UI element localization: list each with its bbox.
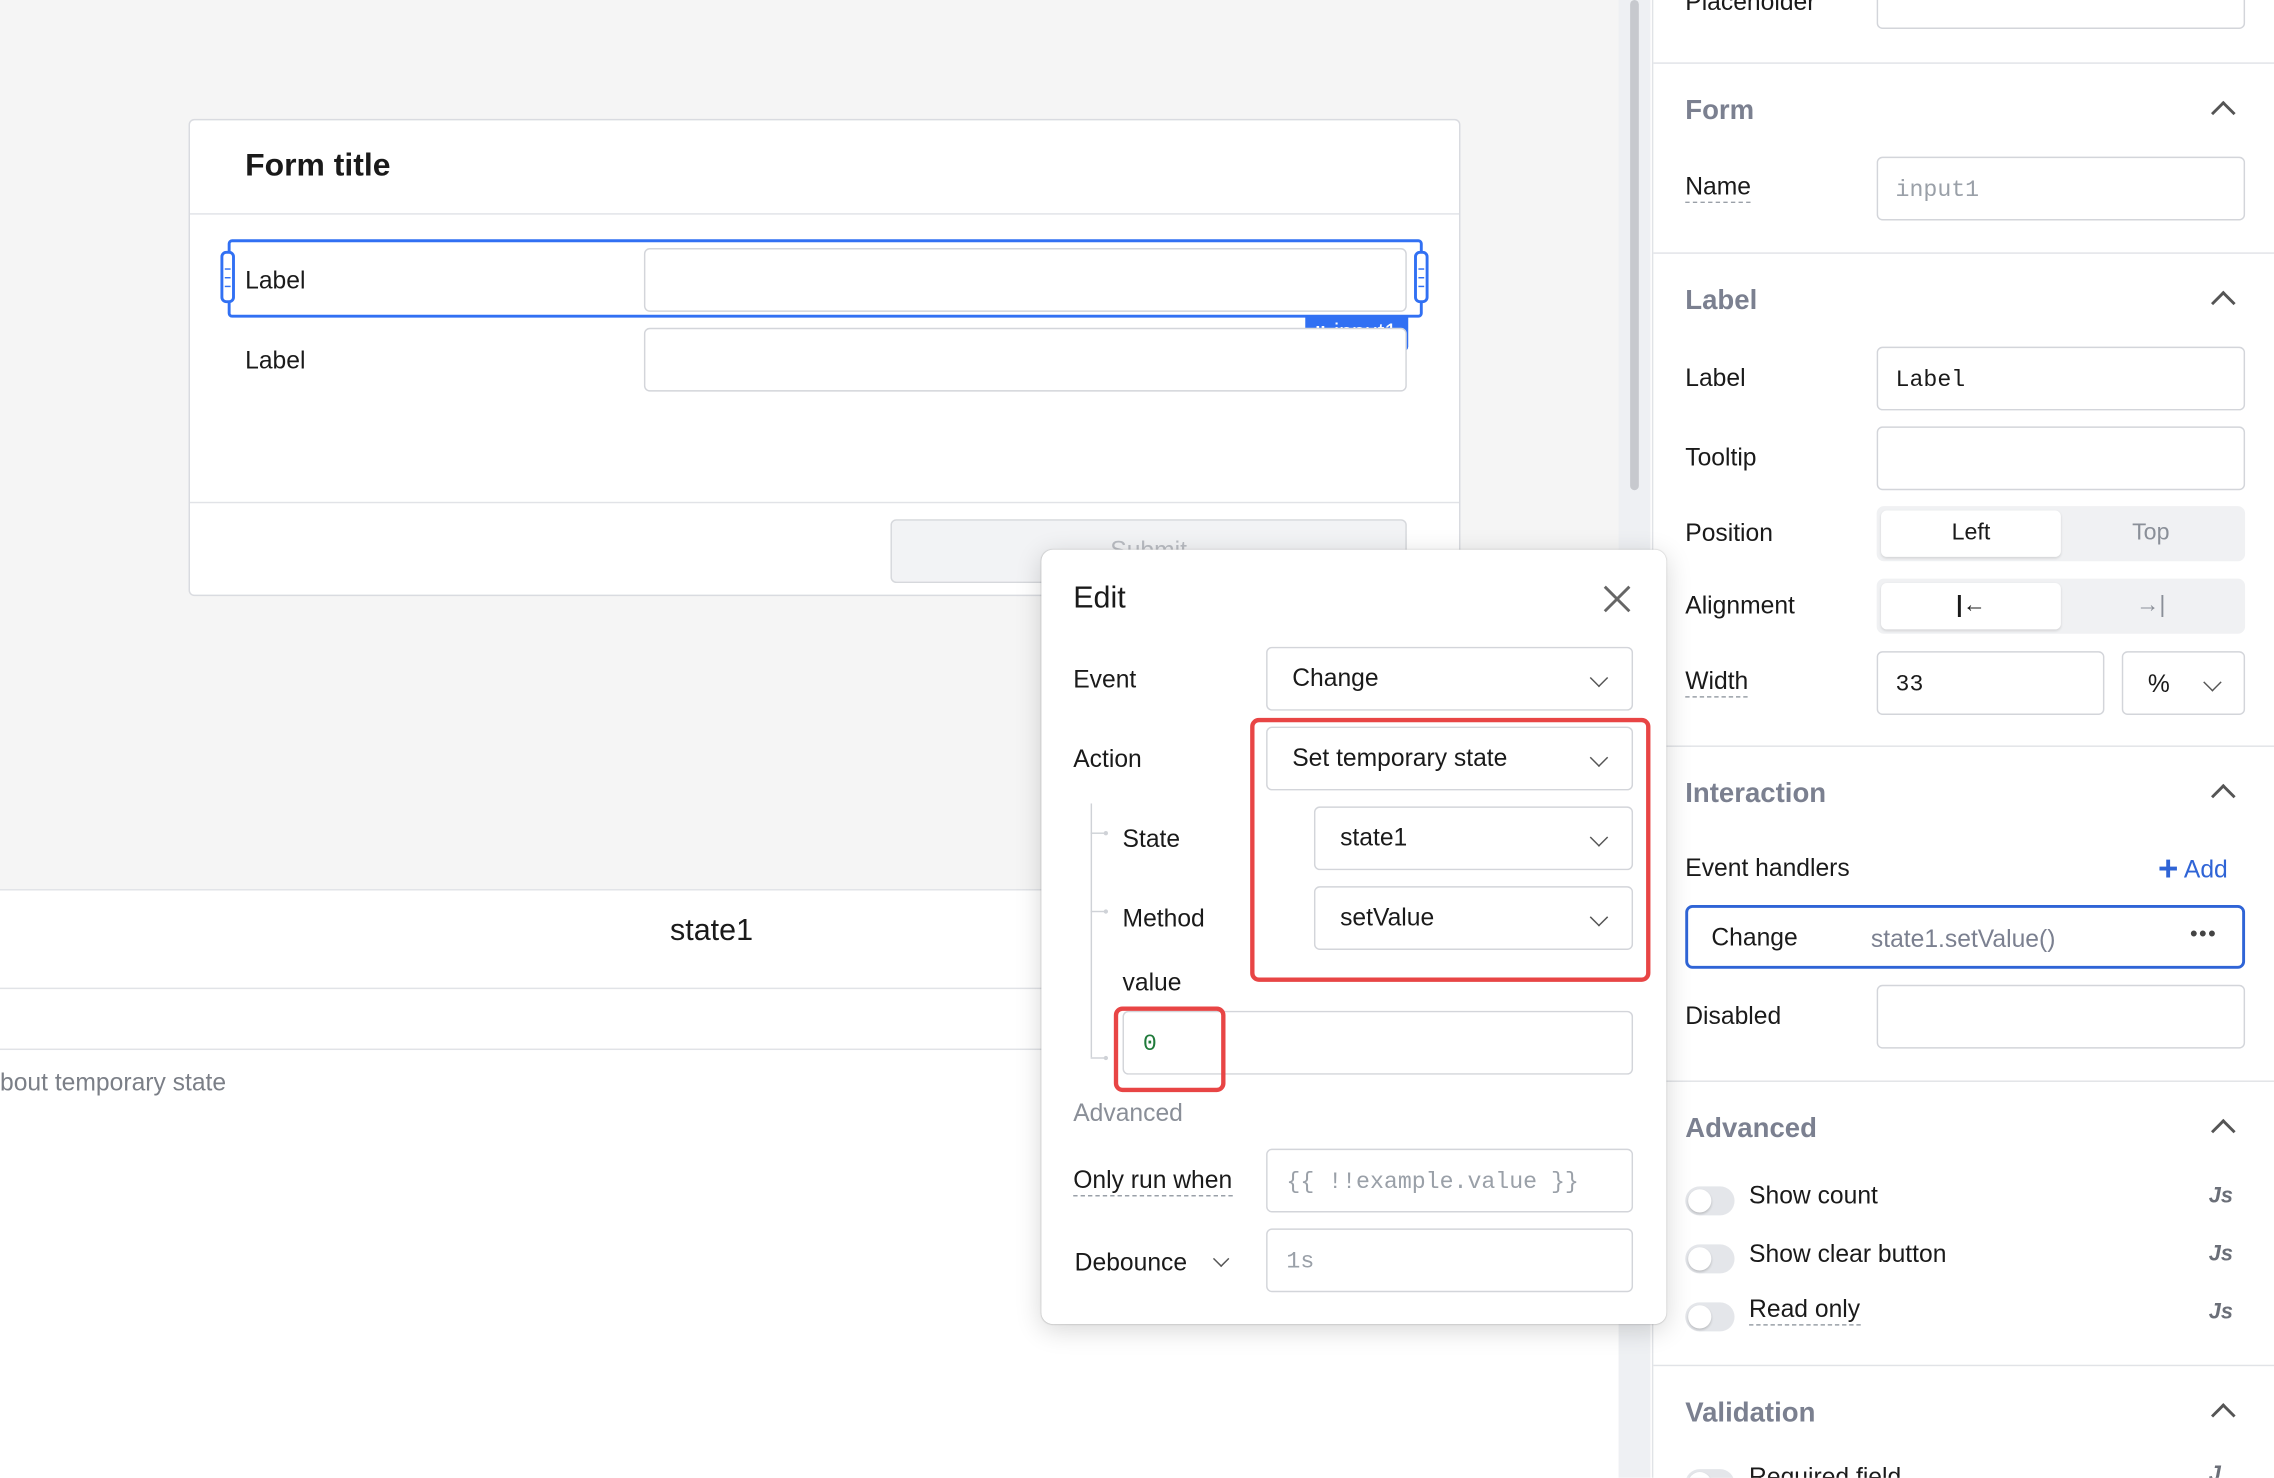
chevron-up-icon[interactable]	[2211, 783, 2236, 809]
chevron-up-icon[interactable]	[2211, 1403, 2236, 1428]
divider	[1653, 1080, 2274, 1082]
add-handler-label: Add	[2183, 855, 2228, 884]
name-label: Name	[1685, 172, 1751, 204]
resize-handle-right[interactable]	[1414, 250, 1429, 304]
advanced-label: Advanced	[1073, 1099, 1183, 1127]
show-count-toggle[interactable]	[1685, 1186, 1735, 1216]
inspector-panel: Placeholder Form Name input1 Label Label…	[1651, 0, 2274, 1478]
handler-event: Change	[1711, 923, 1798, 952]
js-icon[interactable]: Js	[2209, 1183, 2233, 1208]
form-component[interactable]: Form title Label ⠿input1 Label Submit	[188, 118, 1461, 597]
plus-icon: +	[2158, 849, 2179, 890]
form-title: Form title	[245, 146, 391, 183]
canvas-scrollbar-thumb[interactable]	[1630, 0, 1639, 491]
form-row-label: Label	[245, 346, 306, 375]
value-label: value	[1122, 968, 1182, 997]
label-input[interactable]: Label	[1876, 346, 2246, 411]
event-select-value: Change	[1292, 664, 1379, 692]
align-left-icon[interactable]: |←	[1881, 583, 2061, 630]
required-field-toggle[interactable]	[1685, 1469, 1735, 1478]
debounce-toggle[interactable]: Debounce	[1075, 1249, 1187, 1278]
tooltip-label: Tooltip	[1685, 443, 1757, 472]
state-help-text: bout temporary state	[0, 1068, 227, 1097]
alignment-segmented-control: |← →|	[1876, 578, 2246, 634]
section-title-validation[interactable]: Validation	[1685, 1398, 1815, 1430]
chevron-up-icon[interactable]	[2211, 100, 2236, 126]
tree-connector	[1090, 909, 1109, 914]
action-label: Action	[1073, 745, 1142, 774]
js-icon[interactable]: J	[2209, 1462, 2221, 1478]
section-title-label[interactable]: Label	[1685, 286, 1757, 318]
show-clear-button-toggle[interactable]	[1685, 1244, 1735, 1274]
js-icon[interactable]: Js	[2209, 1241, 2233, 1266]
app-stage: Form title Label ⠿input1 Label Submit st…	[0, 0, 2274, 1478]
section-title-interaction[interactable]: Interaction	[1685, 779, 1826, 811]
tree-connector	[1090, 803, 1093, 1058]
position-option-top[interactable]: Top	[2061, 511, 2241, 557]
debounce-input[interactable]: 1s	[1266, 1228, 1634, 1293]
label-label: Label	[1685, 364, 1746, 392]
debounce-label: Debounce	[1074, 1248, 1188, 1277]
only-run-when-label: Only run when	[1073, 1166, 1233, 1197]
form-footer-divider	[189, 501, 1460, 504]
event-select[interactable]: Change	[1266, 646, 1634, 711]
placeholder-input[interactable]	[1876, 0, 2246, 30]
edit-event-handler-modal: Edit Event Change Action Set temporary s…	[1041, 549, 1667, 1325]
show-clear-button-label: Show clear button	[1749, 1240, 1947, 1268]
tree-connector	[1090, 831, 1109, 836]
position-label: Position	[1685, 519, 1773, 547]
form-header-divider	[189, 213, 1460, 215]
more-options-icon[interactable]: •••	[2190, 922, 2217, 947]
width-input[interactable]: 33	[1876, 651, 2105, 715]
tooltip-input[interactable]	[1876, 426, 2246, 491]
divider	[1653, 745, 2274, 747]
name-input[interactable]: input1	[1876, 156, 2246, 221]
required-field-label: Required field	[1749, 1463, 1902, 1478]
highlight-annotation	[1250, 717, 1651, 982]
chevron-down-icon[interactable]	[1212, 1250, 1230, 1268]
disabled-label: Disabled	[1685, 1002, 1782, 1030]
align-right-icon[interactable]: →|	[2061, 583, 2241, 629]
handler-action: state1.setValue()	[1870, 925, 2056, 953]
read-only-label: Read only	[1749, 1295, 1861, 1326]
state-panel-title: state1	[670, 913, 754, 948]
chevron-up-icon[interactable]	[2211, 290, 2236, 316]
chevron-up-icon[interactable]	[2211, 1118, 2236, 1144]
width-unit-value: %	[2147, 670, 2170, 698]
position-segmented-control: Left Top	[1876, 506, 2246, 562]
state-label: State	[1122, 825, 1181, 853]
js-icon[interactable]: Js	[2209, 1299, 2233, 1324]
position-option-left[interactable]: Left	[1881, 510, 2061, 557]
disabled-input[interactable]	[1876, 984, 2246, 1049]
highlight-annotation	[1113, 1006, 1226, 1093]
event-handler-row[interactable]: Change state1.setValue() •••	[1685, 904, 2246, 969]
method-label: Method	[1122, 904, 1205, 933]
divider	[1653, 252, 2274, 254]
alignment-label: Alignment	[1685, 591, 1795, 620]
only-run-when-input[interactable]: {{ !!example.value }}	[1266, 1148, 1634, 1213]
form-text-input[interactable]	[643, 327, 1407, 392]
divider	[1653, 62, 2274, 64]
event-handlers-label: Event handlers	[1685, 854, 1850, 882]
width-label: Width	[1685, 667, 1749, 698]
tree-connector	[1090, 1055, 1109, 1061]
event-label: Event	[1073, 665, 1137, 694]
divider	[1653, 1364, 2274, 1367]
close-icon[interactable]	[1603, 584, 1632, 613]
placeholder-label: Placeholder	[1685, 0, 1816, 16]
show-count-label: Show count	[1749, 1181, 1878, 1210]
read-only-toggle[interactable]	[1685, 1302, 1735, 1332]
width-unit-select[interactable]: %	[2121, 651, 2246, 715]
resize-handle-left[interactable]	[220, 250, 235, 304]
modal-title: Edit	[1073, 581, 1126, 615]
selection-outline	[227, 239, 1423, 318]
add-handler-button[interactable]: + Add	[2158, 850, 2228, 891]
section-title-advanced[interactable]: Advanced	[1685, 1114, 1817, 1146]
section-title-form[interactable]: Form	[1685, 96, 1754, 128]
